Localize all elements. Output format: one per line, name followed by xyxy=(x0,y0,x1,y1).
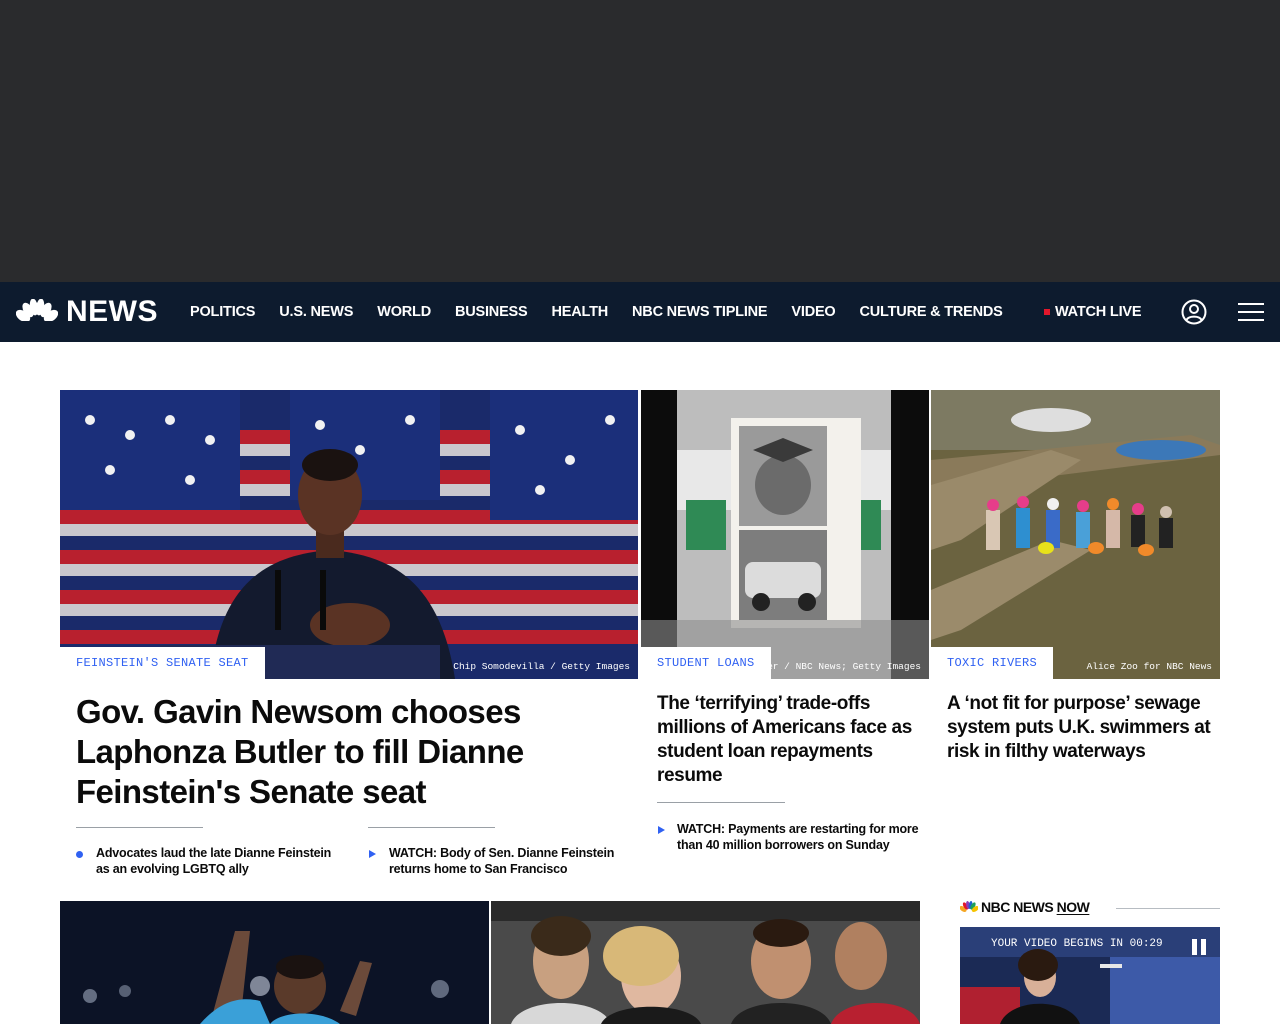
celebrity-story-image[interactable] xyxy=(491,901,920,1024)
lead-story: FEINSTEIN'S SENATE SEAT Chip Somodevilla… xyxy=(60,390,640,880)
nav-link-health[interactable]: HEALTH xyxy=(552,304,609,320)
gymnastics-story-image[interactable] xyxy=(60,901,489,1024)
related-link-lgbtq-ally[interactable]: Advocates laud the late Dianne Feinstein… xyxy=(96,845,336,877)
toxic-rivers-story: TOXIC RIVERS Alice Zoo for NBC News A ‘n… xyxy=(931,390,1220,770)
nbc-news-logo[interactable]: NEWS xyxy=(16,296,158,328)
nbc-news-now-widget: NBC NEWS NOW YOUR VIDEO BEGINS IN 00:29 xyxy=(960,899,1220,1024)
student-loans-image[interactable] xyxy=(641,390,929,679)
play-icon xyxy=(369,850,376,858)
top-navigation: NEWS POLITICS U.S. NEWS WORLD BUSINESS H… xyxy=(0,282,1280,342)
swimmers-pier-illustration xyxy=(931,390,1220,679)
related-link-body-returns[interactable]: WATCH: Body of Sen. Dianne Feinstein ret… xyxy=(389,845,629,877)
live-indicator-icon xyxy=(1044,309,1050,315)
related-divider xyxy=(76,827,203,828)
student-loans-eyebrow[interactable]: STUDENT LOANS xyxy=(641,647,771,679)
nav-link-business[interactable]: BUSINESS xyxy=(455,304,528,320)
related-link-payments-restarting[interactable]: WATCH: Payments are restarting for more … xyxy=(677,821,922,853)
nav-link-politics[interactable]: POLITICS xyxy=(190,304,255,320)
toxic-rivers-eyebrow[interactable]: TOXIC RIVERS xyxy=(931,647,1054,679)
account-icon[interactable] xyxy=(1181,299,1207,325)
ad-placeholder xyxy=(0,0,1280,282)
lead-story-image[interactable] xyxy=(60,390,638,679)
nav-link-video[interactable]: VIDEO xyxy=(791,304,835,320)
peacock-icon xyxy=(960,901,978,912)
pause-icon[interactable] xyxy=(1189,938,1209,956)
nav-link-world[interactable]: WORLD xyxy=(377,304,431,320)
related-divider xyxy=(368,827,495,828)
watch-live-label: WATCH LIVE xyxy=(1055,304,1142,320)
dot-icon xyxy=(76,851,83,858)
watch-live-link[interactable]: WATCH LIVE xyxy=(1044,282,1142,342)
lead-story-photo-credit: Chip Somodevilla / Getty Images xyxy=(453,661,630,672)
student-loans-collage-illustration xyxy=(641,390,929,679)
nbc-news-now-brand-now: NOW xyxy=(1056,899,1090,915)
nbc-news-now-title: NBC NEWS NOW xyxy=(981,899,1090,915)
nav-link-culture-trends[interactable]: CULTURE & TRENDS xyxy=(860,304,1003,320)
student-loans-headline[interactable]: The ‘terrifying’ trade-offs millions of … xyxy=(657,692,919,788)
play-icon xyxy=(658,826,665,834)
hamburger-menu-icon[interactable] xyxy=(1238,300,1264,324)
logo-text: NEWS xyxy=(66,295,158,328)
toxic-rivers-photo-credit: Alice Zoo for NBC News xyxy=(1086,661,1212,672)
nav-link-us-news[interactable]: U.S. NEWS xyxy=(279,304,353,320)
stadium-crowd-photo-illustration xyxy=(491,901,920,1024)
video-player[interactable]: YOUR VIDEO BEGINS IN 00:29 xyxy=(960,927,1220,1024)
gymnast-photo-illustration xyxy=(60,901,489,1024)
butler-photo-illustration xyxy=(60,390,638,679)
nbc-news-now-brand: NBC NEWS xyxy=(981,899,1057,915)
toxic-rivers-headline[interactable]: A ‘not fit for purpose’ sewage system pu… xyxy=(947,692,1212,764)
student-loans-story: STUDENT LOANS er / NBC News; Getty Image… xyxy=(641,390,929,860)
section-links: POLITICS U.S. NEWS WORLD BUSINESS HEALTH… xyxy=(190,282,1027,342)
student-loans-photo-credit: er / NBC News; Getty Images xyxy=(767,661,921,672)
nbc-news-now-divider xyxy=(1116,908,1220,909)
nbc-news-now-logo[interactable]: NBC NEWS NOW xyxy=(960,899,1090,915)
toxic-rivers-image[interactable] xyxy=(931,390,1220,679)
nav-link-tipline[interactable]: NBC NEWS TIPLINE xyxy=(632,304,768,320)
related-divider xyxy=(657,802,785,803)
lead-story-eyebrow[interactable]: FEINSTEIN'S SENATE SEAT xyxy=(60,647,265,679)
lead-story-headline[interactable]: Gov. Gavin Newsom chooses Laphonza Butle… xyxy=(76,692,631,812)
video-countdown: YOUR VIDEO BEGINS IN 00:29 xyxy=(991,938,1163,950)
peacock-icon xyxy=(16,299,58,325)
